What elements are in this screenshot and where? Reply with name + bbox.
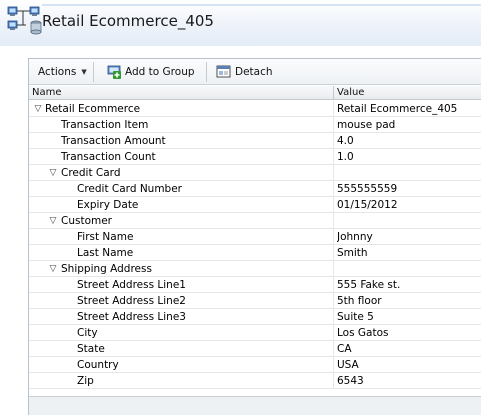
- chevron-down-icon: ▼: [81, 68, 87, 76]
- table-row[interactable]: Expiry Date 01/15/2012: [29, 197, 481, 213]
- table-row[interactable]: City Los Gatos: [29, 325, 481, 341]
- name-cell: Street Address Line2: [29, 293, 334, 309]
- column-header-value[interactable]: Value: [334, 86, 481, 100]
- property-tree-table: ▽ Retail Ecommerce Retail Ecommerce_405 Tra…: [29, 101, 481, 389]
- row-value: [337, 261, 481, 277]
- row-value: 555 Fake st.: [337, 279, 401, 291]
- triangle-down-icon[interactable]: ▽: [48, 261, 58, 277]
- toolbar-separator: [93, 62, 94, 82]
- table-row[interactable]: ▽ Credit Card: [29, 165, 481, 181]
- row-name: City: [77, 327, 98, 339]
- row-value: mouse pad: [337, 119, 396, 131]
- row-value: 6543: [337, 375, 364, 387]
- row-value: 4.0: [337, 135, 354, 147]
- name-cell: State: [29, 341, 334, 357]
- row-value: 5th floor: [337, 295, 382, 307]
- table-row[interactable]: First Name Johnny: [29, 229, 481, 245]
- row-value: CA: [337, 343, 352, 355]
- table-row[interactable]: ▽ Customer: [29, 213, 481, 229]
- table-row[interactable]: Country USA: [29, 357, 481, 373]
- network-servers-icon: [7, 6, 42, 35]
- row-name: Expiry Date: [77, 199, 139, 211]
- name-cell: Expiry Date: [29, 197, 334, 213]
- row-name: Shipping Address: [61, 263, 152, 275]
- detach-button[interactable]: Detach: [216, 63, 273, 81]
- table-row[interactable]: Street Address Line3 Suite 5: [29, 309, 481, 325]
- actions-menu-button[interactable]: Actions ▼: [38, 63, 87, 81]
- row-value: Smith: [337, 247, 368, 259]
- detail-panel: Actions ▼ Add to Group Detach Name Value…: [28, 58, 481, 415]
- name-cell: ▽ Retail Ecommerce: [29, 101, 334, 117]
- row-name: Transaction Item: [61, 119, 149, 131]
- panel-footer: [29, 396, 481, 415]
- add-to-group-label: Add to Group: [125, 66, 195, 78]
- row-name: Credit Card Number: [77, 183, 182, 195]
- table-header: Name Value: [29, 86, 481, 100]
- toolbar: Actions ▼ Add to Group Detach: [29, 59, 481, 85]
- toolbar-separator: [206, 62, 207, 82]
- table-row[interactable]: ▽ Retail Ecommerce Retail Ecommerce_405: [29, 101, 481, 117]
- name-cell: Credit Card Number: [29, 181, 334, 197]
- name-cell: Country: [29, 357, 334, 373]
- row-name: Transaction Count: [61, 151, 156, 163]
- row-name: Credit Card: [61, 167, 121, 179]
- row-value: [337, 165, 481, 181]
- row-name: Last Name: [77, 247, 134, 259]
- table-row[interactable]: Credit Card Number 555555559: [29, 181, 481, 197]
- add-group-icon: [107, 65, 121, 79]
- triangle-down-icon[interactable]: ▽: [33, 101, 43, 117]
- row-value: 01/15/2012: [337, 199, 398, 211]
- name-cell: City: [29, 325, 334, 341]
- row-name: Country: [77, 359, 119, 371]
- row-value: [337, 213, 481, 229]
- name-cell: First Name: [29, 229, 334, 245]
- name-cell: Last Name: [29, 245, 334, 261]
- name-cell: Zip: [29, 373, 334, 389]
- row-name: Street Address Line3: [77, 311, 186, 323]
- row-value: Suite 5: [337, 311, 374, 323]
- table-row[interactable]: Street Address Line1 555 Fake st.: [29, 277, 481, 293]
- row-name: Street Address Line1: [77, 279, 186, 291]
- name-cell: Transaction Item: [29, 117, 334, 133]
- name-cell: Transaction Count: [29, 149, 334, 165]
- name-cell: Street Address Line3: [29, 309, 334, 325]
- row-value: USA: [337, 359, 359, 371]
- column-header-name[interactable]: Name: [29, 86, 334, 100]
- table-row[interactable]: Transaction Item mouse pad: [29, 117, 481, 133]
- actions-label: Actions: [38, 66, 77, 78]
- title-rule: [42, 4, 481, 6]
- row-value: Los Gatos: [337, 327, 389, 339]
- triangle-down-icon[interactable]: ▽: [48, 165, 58, 181]
- name-cell: ▽ Customer: [29, 213, 334, 229]
- table-row[interactable]: Last Name Smith: [29, 245, 481, 261]
- row-name: State: [77, 343, 105, 355]
- row-name: Transaction Amount: [61, 135, 166, 147]
- row-name: First Name: [77, 231, 134, 243]
- row-name: Customer: [61, 215, 113, 227]
- name-cell: ▽ Credit Card: [29, 165, 334, 181]
- triangle-down-icon[interactable]: ▽: [48, 213, 58, 229]
- table-row[interactable]: Street Address Line2 5th floor: [29, 293, 481, 309]
- table-row[interactable]: Transaction Amount 4.0: [29, 133, 481, 149]
- table-row[interactable]: State CA: [29, 341, 481, 357]
- table-row[interactable]: ▽ Shipping Address: [29, 261, 481, 277]
- row-name: Retail Ecommerce: [45, 103, 141, 115]
- name-cell: Transaction Amount: [29, 133, 334, 149]
- detach-label: Detach: [235, 66, 273, 78]
- row-value: Johnny: [337, 231, 373, 243]
- row-value: Retail Ecommerce_405: [337, 103, 458, 115]
- table-row[interactable]: Zip 6543: [29, 373, 481, 389]
- name-cell: Street Address Line1: [29, 277, 334, 293]
- row-name: Street Address Line2: [77, 295, 186, 307]
- row-name: Zip: [77, 375, 94, 387]
- detach-icon: [216, 65, 231, 78]
- add-to-group-button[interactable]: Add to Group: [107, 63, 195, 81]
- title-band: Retail Ecommerce_405: [0, 0, 481, 46]
- name-cell: ▽ Shipping Address: [29, 261, 334, 277]
- page-title: Retail Ecommerce_405: [42, 12, 214, 30]
- row-value: 1.0: [337, 151, 354, 163]
- table-row[interactable]: Transaction Count 1.0: [29, 149, 481, 165]
- row-value: 555555559: [337, 183, 398, 195]
